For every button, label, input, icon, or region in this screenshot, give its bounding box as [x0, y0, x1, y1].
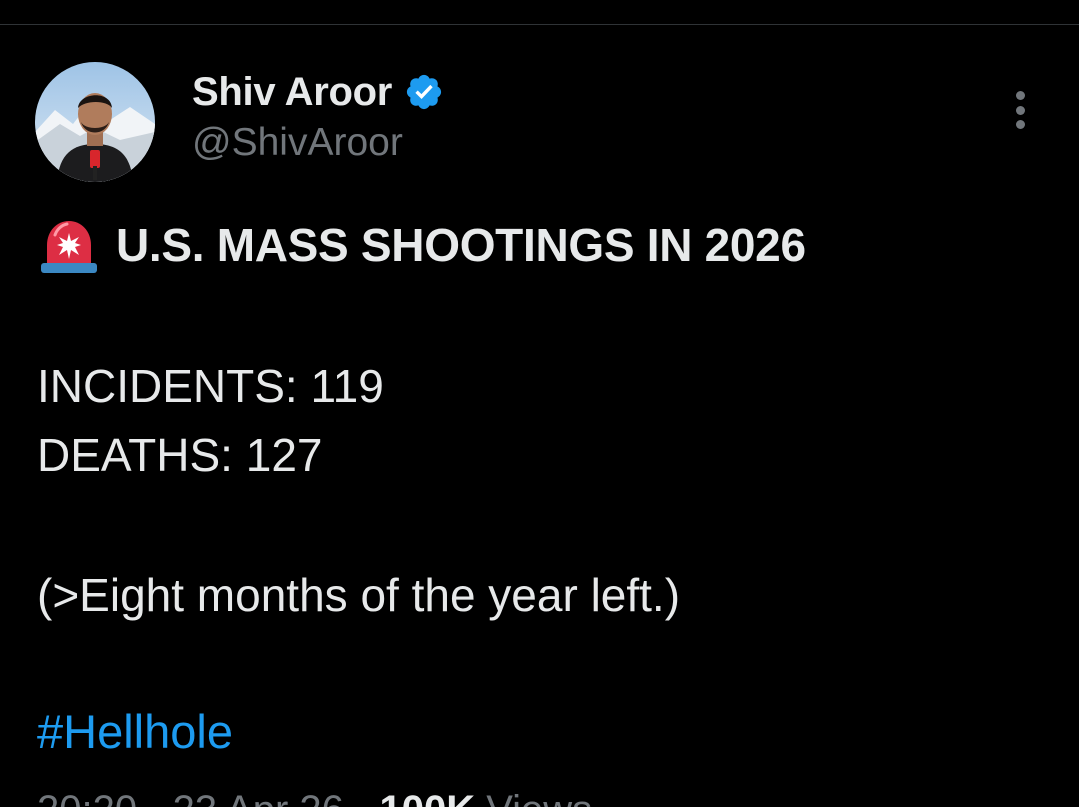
deaths-line: DEATHS: 127: [37, 429, 323, 481]
tweet-note: (>Eight months of the year left.): [37, 569, 681, 621]
more-dot-icon: [1015, 105, 1025, 115]
views-label: Views: [475, 788, 592, 807]
more-dot-icon: [1015, 120, 1025, 129]
tweet-meta-row: 20:20 · 23 Apr 26 · 100K Views: [37, 790, 592, 807]
more-dot-icon: [1015, 91, 1025, 100]
top-divider: [0, 24, 1079, 25]
police-car-light-icon: [37, 215, 101, 275]
author-name-row[interactable]: Shiv Aroor: [192, 66, 444, 118]
avatar-image: [35, 62, 155, 182]
more-options-button[interactable]: [1000, 88, 1040, 132]
avatar[interactable]: [35, 62, 155, 182]
tweet-timestamp[interactable]: 20:20 · 23 Apr 26 ·: [37, 788, 379, 807]
author-handle[interactable]: @ShivAroor: [192, 121, 403, 165]
views-count: 100K: [379, 788, 475, 807]
verified-badge-icon[interactable]: [404, 72, 444, 112]
tweet-headline-row: U.S. MASS SHOOTINGS IN 2026: [37, 215, 806, 275]
hashtag-link[interactable]: #Hellhole: [37, 708, 233, 755]
tweet-headline: U.S. MASS SHOOTINGS IN 2026: [116, 219, 806, 271]
author-display-name[interactable]: Shiv Aroor: [192, 70, 392, 115]
incidents-line: INCIDENTS: 119: [37, 360, 384, 412]
